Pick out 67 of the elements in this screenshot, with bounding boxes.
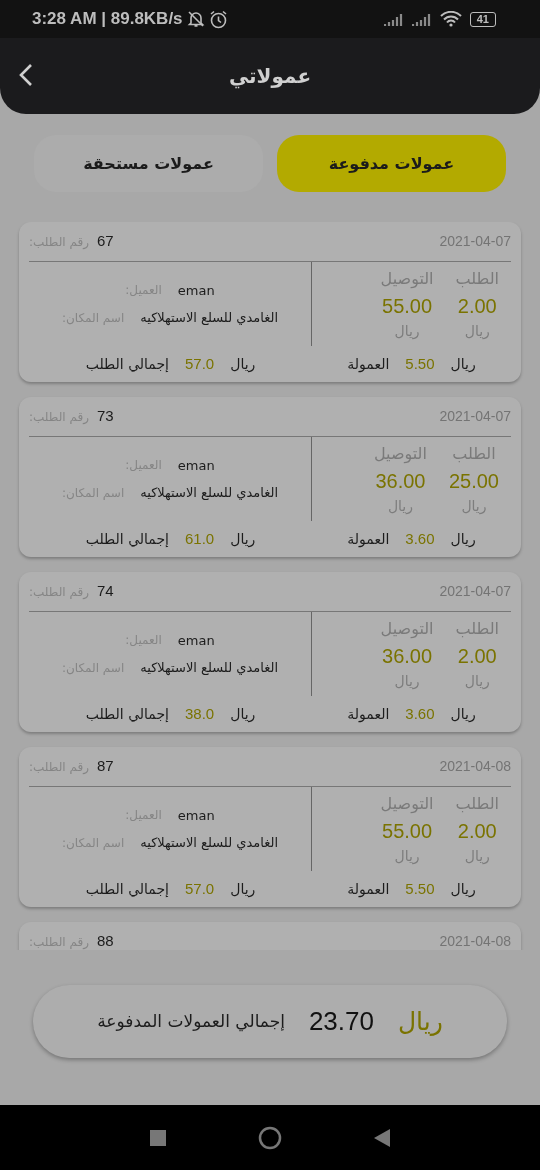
delivery-amount: 55.00 (382, 818, 433, 844)
commission-label: العمولة (347, 354, 390, 375)
currency-label: ريال (230, 879, 256, 900)
tab[interactable]: عمولات مستحقة (34, 135, 263, 192)
currency-label: ريال (450, 879, 476, 899)
customer-name: eman (177, 631, 215, 650)
commission-amount: 3.60 (405, 703, 435, 724)
order-total-amount: 57.0 (185, 353, 215, 374)
currency-label: ريال (450, 354, 476, 374)
order-number: 88 (96, 931, 114, 950)
order-date: 2021-04-07 (439, 582, 511, 601)
back-nav-button[interactable] (374, 1128, 390, 1147)
page-title: عمولاتي (228, 63, 312, 91)
customer-name: eman (177, 281, 215, 300)
customer-name: eman (177, 806, 215, 825)
alarm-icon (208, 9, 228, 29)
place-name: الغامدي للسلع الاستهلاكيه (140, 309, 279, 328)
place-name: الغامدي للسلع الاستهلاكيه (140, 834, 279, 853)
total-label: إجمالي العمولات المدفوعة (97, 1009, 285, 1034)
recents-button[interactable] (150, 1129, 166, 1146)
signal-icon (411, 12, 432, 26)
order-number: 74 (96, 581, 114, 602)
order-amount: 25.00 (448, 468, 499, 494)
commission-amount: 5.50 (405, 353, 435, 374)
delivery-amount: 55.00 (382, 293, 433, 319)
commission-amount: 3.60 (405, 528, 435, 549)
commission-label: العمولة (347, 529, 390, 550)
place-name: الغامدي للسلع الاستهلاكيه (140, 659, 279, 678)
commission-label: العمولة (347, 704, 390, 725)
commission-label: العمولة (347, 879, 390, 900)
order-total-amount: 61.0 (185, 528, 215, 549)
currency-label: ريال (230, 704, 256, 725)
order-total-amount: 57.0 (185, 878, 215, 899)
place-name: الغامدي للسلع الاستهلاكيه (140, 484, 279, 503)
currency-label: ريال (397, 1005, 443, 1038)
delivery-amount: 36.00 (375, 468, 426, 494)
order-date: 2021-04-07 (439, 232, 511, 251)
order-number: 87 (96, 756, 114, 777)
battery-icon: 41 (469, 11, 496, 27)
wifi-icon (439, 11, 462, 27)
order-total-label: إجمالي الطلب (85, 879, 169, 899)
order-amount: 2.00 (457, 818, 497, 844)
status-text: 3:28 AM | 89.8KB/s (32, 8, 183, 31)
customer-name: eman (177, 456, 215, 475)
total-amount: 23.70 (308, 1005, 374, 1038)
commission-amount: 5.50 (405, 878, 435, 899)
order-date: 2021-04-08 (439, 932, 511, 950)
signal-icon (383, 12, 404, 26)
order-total-label: إجمالي الطلب (85, 529, 169, 549)
home-button[interactable] (258, 1125, 282, 1150)
currency-label: ريال (230, 529, 256, 550)
tab[interactable]: عمولات مدفوعة (277, 135, 506, 192)
currency-label: ريال (450, 704, 476, 724)
order-total-label: إجمالي الطلب (85, 354, 169, 374)
order-date: 2021-04-07 (439, 407, 511, 426)
back-button[interactable] (18, 62, 34, 88)
order-number: 67 (96, 231, 114, 252)
order-total-label: إجمالي الطلب (85, 704, 169, 724)
order-amount: 2.00 (457, 643, 497, 669)
bell-off-icon (186, 10, 205, 28)
order-number: 73 (96, 406, 114, 427)
order-amount: 2.00 (457, 293, 497, 319)
currency-label: ريال (450, 529, 476, 549)
order-date: 2021-04-08 (439, 757, 511, 776)
currency-label: ريال (230, 354, 256, 375)
order-total-amount: 38.0 (185, 703, 215, 724)
delivery-amount: 36.00 (382, 643, 433, 669)
